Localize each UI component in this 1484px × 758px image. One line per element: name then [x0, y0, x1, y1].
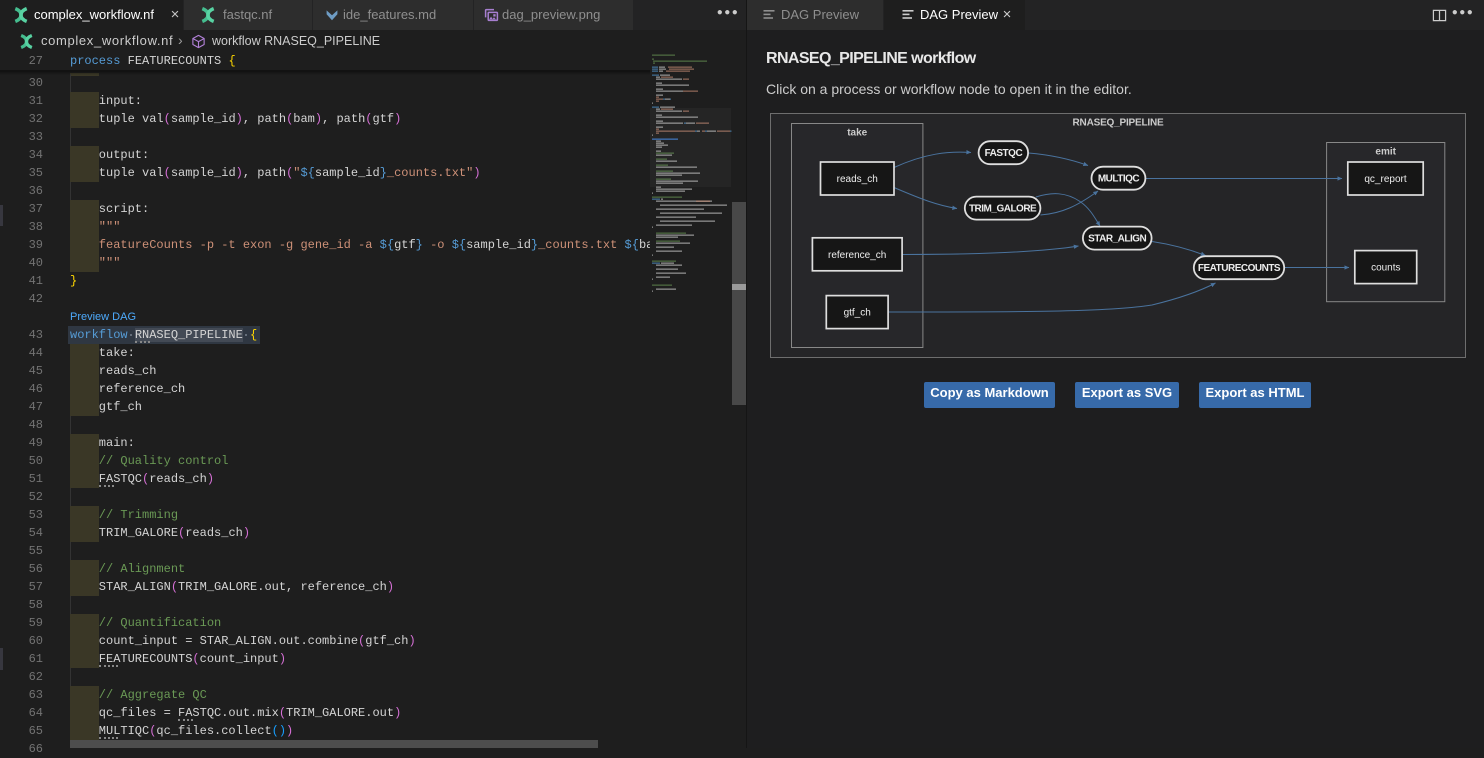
svg-text:TRIM_GALORE: TRIM_GALORE [969, 204, 1037, 215]
svg-text:RNASEQ_PIPELINE: RNASEQ_PIPELINE [1073, 118, 1164, 129]
svg-text:emit: emit [1375, 147, 1396, 158]
svg-text:counts: counts [1371, 263, 1400, 274]
svg-text:FASTQC: FASTQC [985, 148, 1023, 159]
svg-text:take: take [847, 128, 867, 139]
svg-text:MULTIQC: MULTIQC [1098, 174, 1140, 185]
svg-text:reads_ch: reads_ch [837, 174, 878, 185]
svg-text:reference_ch: reference_ch [828, 250, 886, 261]
svg-text:gtf_ch: gtf_ch [844, 308, 871, 319]
svg-text:qc_report: qc_report [1364, 174, 1406, 185]
svg-text:FEATURECOUNTS: FEATURECOUNTS [1198, 263, 1281, 274]
svg-text:STAR_ALIGN: STAR_ALIGN [1088, 234, 1146, 245]
